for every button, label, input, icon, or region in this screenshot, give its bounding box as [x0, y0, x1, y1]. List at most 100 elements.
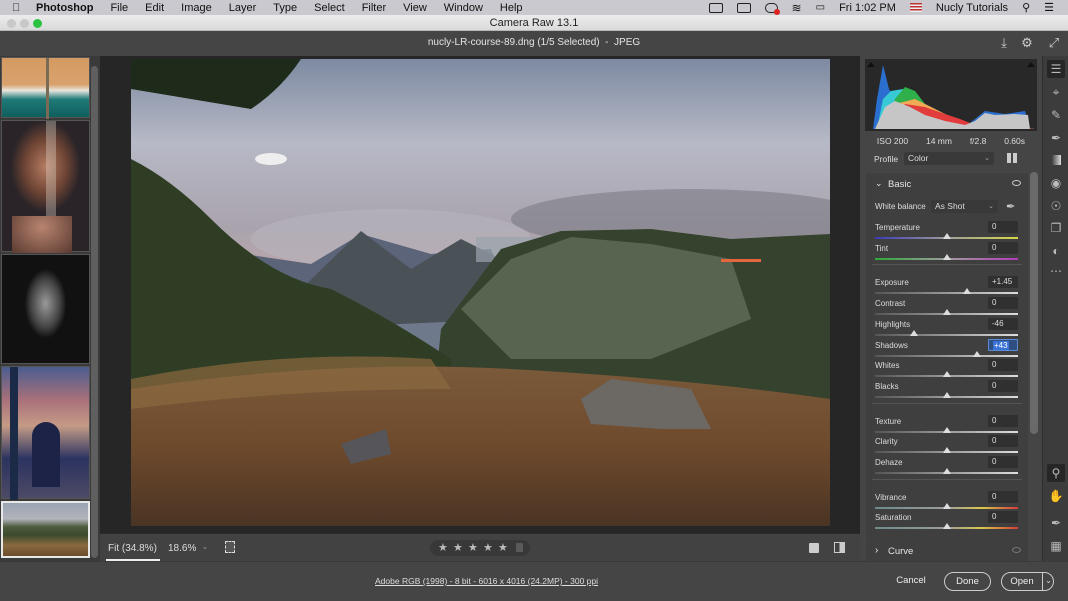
saturation-value-input[interactable]: 0 [988, 511, 1018, 524]
profile-browser-icon[interactable] [1007, 153, 1017, 163]
creative-cloud-icon[interactable] [764, 2, 780, 15]
save-image-icon[interactable]: ⤓ [996, 35, 1012, 51]
texture-value-input[interactable]: 0 [988, 414, 1018, 427]
menu-type[interactable]: Type [273, 2, 297, 14]
visibility-eye-icon[interactable] [1012, 547, 1021, 553]
menu-view[interactable]: View [403, 2, 427, 14]
panel-scrollbar[interactable] [1030, 172, 1038, 434]
temperature-value-input[interactable]: 0 [988, 221, 1018, 233]
edit-icon[interactable]: ☰ [1047, 60, 1065, 78]
filmstrip-scrollbar[interactable] [91, 66, 98, 558]
tint-slider-handle[interactable] [942, 253, 951, 260]
highlights-value-input[interactable]: -46 [988, 317, 1018, 330]
menu-layer[interactable]: Layer [229, 2, 257, 14]
thumbnail-mountain-landscape[interactable] [1, 501, 90, 558]
image-canvas[interactable] [100, 56, 860, 533]
whites-value-input[interactable]: 0 [988, 359, 1018, 372]
blacks-value-input[interactable]: 0 [988, 379, 1018, 392]
before-after-single-icon[interactable] [809, 543, 819, 553]
temperature-slider-handle[interactable] [942, 233, 951, 239]
apple-icon[interactable]:  [12, 2, 26, 14]
basic-header[interactable]: ⌄ Basic [866, 173, 1028, 195]
user-name[interactable]: Nucly Tutorials [936, 2, 1008, 14]
color-sampler-icon[interactable]: ✒ [1047, 514, 1065, 532]
crop-icon[interactable]: ⌖ [1047, 83, 1065, 101]
highlights-slider-handle[interactable] [909, 329, 918, 336]
whites-slider-handle[interactable] [942, 371, 951, 378]
spotlight-search-icon[interactable]: ⚲ [1022, 1, 1030, 14]
white-balance-select[interactable]: As Shot ⌄ [931, 200, 998, 213]
done-button[interactable]: Done [944, 572, 991, 591]
zoom-window-button[interactable] [33, 19, 42, 28]
workflow-options-link[interactable]: Adobe RGB (1998) - 8 bit - 6016 x 4016 (… [375, 576, 598, 586]
contrast-slider-handle[interactable] [942, 309, 951, 316]
menu-help[interactable]: Help [500, 2, 523, 14]
radial-icon[interactable]: ◉ [1047, 174, 1065, 192]
menu-select[interactable]: Select [314, 2, 345, 14]
wifi-icon[interactable]: ≋ [792, 1, 802, 15]
dehaze-value-input[interactable]: 0 [988, 456, 1018, 468]
minimize-window-button[interactable] [20, 19, 29, 28]
shadows-value-input[interactable]: +43 [988, 338, 1018, 351]
contrast-value-input[interactable]: 0 [988, 297, 1018, 310]
open-options-chevron-icon[interactable]: ⌄ [1042, 573, 1054, 590]
more-icon[interactable]: ⋯ [1047, 262, 1065, 280]
photo-preview[interactable] [131, 59, 830, 526]
airplay-icon[interactable]: ▭ [816, 2, 825, 13]
zoom-chevron-down-icon[interactable]: ⌄ [202, 543, 208, 551]
tint-value-input[interactable]: 0 [988, 241, 1018, 254]
shadow-clipping-warning-icon[interactable] [867, 62, 875, 67]
flag-icon[interactable] [909, 3, 922, 12]
vibrance-slider-handle[interactable] [942, 502, 951, 509]
menu-edit[interactable]: Edit [145, 2, 164, 14]
menu-file[interactable]: File [110, 2, 128, 14]
menu-window[interactable]: Window [444, 2, 483, 14]
profile-select[interactable]: Color ⌄ [904, 152, 994, 165]
cancel-button[interactable]: Cancel [890, 572, 932, 591]
shadows-slider-handle[interactable] [973, 350, 982, 357]
notification-center-icon[interactable]: ☰ [1044, 1, 1054, 14]
brush-icon[interactable]: ✒ [1047, 129, 1065, 147]
visibility-eye-icon[interactable] [1012, 180, 1021, 186]
snapshots-icon[interactable]: ❐ [1047, 219, 1065, 237]
screen-record-icon[interactable] [708, 2, 723, 13]
blacks-slider-handle[interactable] [942, 391, 951, 398]
clarity-value-input[interactable]: 0 [988, 435, 1018, 448]
exposure-slider-handle[interactable] [963, 288, 972, 295]
grid-icon[interactable]: ▦ [1047, 537, 1065, 555]
open-button[interactable]: Open [1002, 573, 1042, 592]
curve-section-header[interactable]: › Curve [866, 541, 1028, 561]
menu-image[interactable]: Image [181, 2, 212, 14]
fit-zoom-button[interactable]: Fit (34.8%) [108, 543, 157, 554]
vibrance-value-input[interactable]: 0 [988, 490, 1018, 503]
hand-icon[interactable]: ✋ [1047, 487, 1065, 505]
thumbnail-portrait-veil[interactable] [1, 120, 90, 253]
highlight-clipping-warning-icon[interactable] [1027, 62, 1035, 67]
healing-icon[interactable]: ✎ [1047, 106, 1065, 124]
eyedropper-icon[interactable]: ✒ [1006, 200, 1015, 213]
texture-slider-handle[interactable] [942, 426, 951, 433]
dehaze-slider-handle[interactable] [942, 468, 951, 474]
exposure-value-input[interactable]: +1.45 [988, 276, 1018, 289]
highlights-slider-track[interactable] [875, 333, 1018, 336]
settings-gear-icon[interactable]: ⚙ [1019, 35, 1035, 51]
thumbnail-building-facade[interactable] [1, 366, 90, 500]
zoom-level-select[interactable]: 18.6% [168, 543, 196, 554]
gradient-icon[interactable] [1047, 152, 1065, 170]
battery-display-icon[interactable] [736, 2, 751, 13]
rating-star[interactable]: ★ [453, 541, 463, 554]
clock[interactable]: Fri 1:02 PM [839, 2, 896, 14]
saturation-slider-handle[interactable] [942, 523, 951, 530]
thumbnail-portrait-bw[interactable] [1, 254, 90, 364]
delete-trash-icon[interactable] [516, 543, 523, 552]
presets-icon[interactable]: ◐ [1047, 242, 1065, 260]
close-window-button[interactable] [7, 19, 16, 28]
clarity-slider-handle[interactable] [942, 447, 951, 454]
zoom-icon[interactable]: ⚲ [1047, 464, 1065, 482]
menu-app-photoshop[interactable]: Photoshop [36, 2, 93, 14]
thumbnail-aerial-beach[interactable] [1, 57, 90, 119]
toggle-filmstrip-icon[interactable] [225, 541, 235, 553]
fullscreen-icon[interactable]: ⤢ [1046, 35, 1062, 51]
red-eye-icon[interactable]: ☉ [1047, 197, 1065, 215]
rating-star[interactable]: ★ [483, 541, 493, 554]
